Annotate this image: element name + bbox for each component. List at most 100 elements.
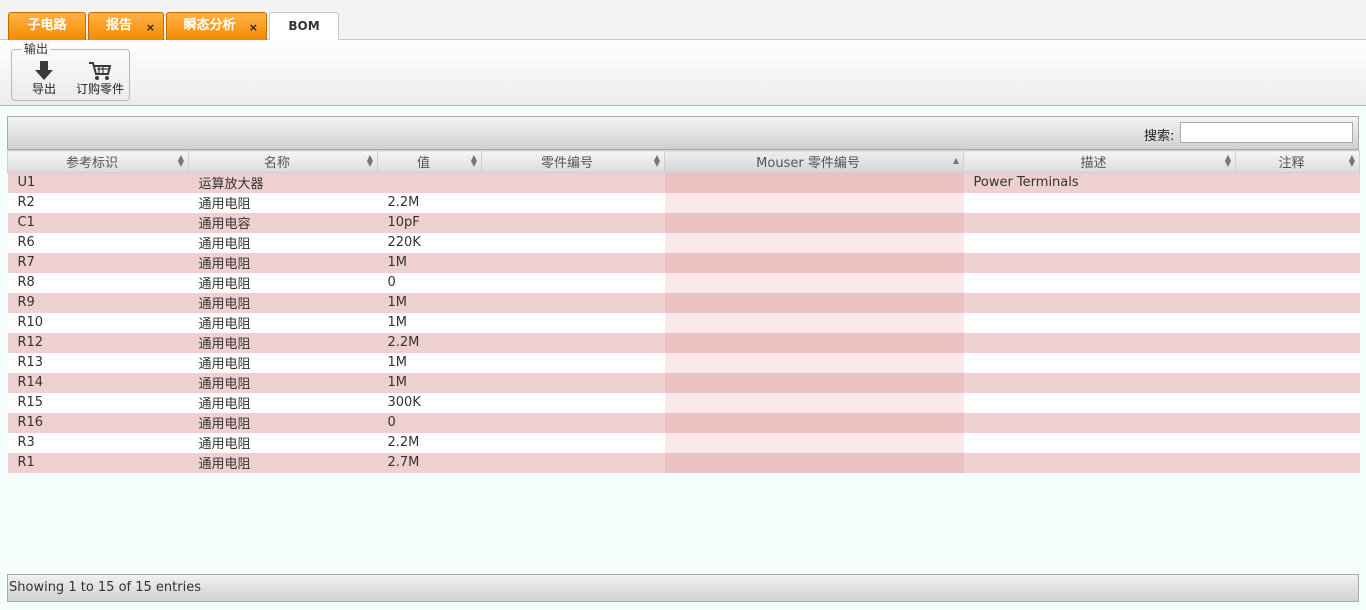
table-row[interactable]: R12 通用电阻 2.2M [7, 332, 1360, 353]
table-cell [1235, 252, 1360, 273]
tab-report[interactable]: 报告 × [88, 12, 164, 40]
group-title: 输出 [22, 42, 51, 56]
order-parts-label: 订购零件 [75, 82, 124, 96]
table-cell [664, 272, 964, 293]
output-group: 输出 导出 订购零件 [11, 42, 130, 101]
table-cell [664, 352, 964, 373]
search-input[interactable] [1180, 122, 1353, 143]
column-header-description[interactable]: 描述 ▲ ▼ [963, 150, 1236, 173]
table-cell [1235, 412, 1360, 433]
table-cell [481, 412, 665, 433]
table-cell [664, 232, 964, 253]
column-header-part-number[interactable]: 零件编号 ▲ ▼ [481, 150, 665, 173]
table-row[interactable]: R8 通用电阻 0 [7, 272, 1360, 293]
column-header-value[interactable]: 值 ▲ ▼ [377, 150, 482, 173]
table-cell: R7 [7, 252, 189, 273]
table-cell [1235, 292, 1360, 313]
table-row[interactable]: R2 通用电阻 2.2M [7, 192, 1360, 213]
table-cell [1235, 192, 1360, 213]
table-cell: R2 [7, 192, 189, 213]
table-cell: 通用电阻 [188, 432, 378, 453]
table-cell [664, 372, 964, 393]
table-row[interactable]: R16 通用电阻 0 [7, 412, 1360, 433]
table-cell: 通用电阻 [188, 232, 378, 253]
table-cell [664, 192, 964, 213]
table-row[interactable]: R15 通用电阻 300K [7, 392, 1360, 413]
tab-transient-analysis[interactable]: 瞬态分析 × [166, 12, 267, 40]
table-cell [481, 452, 665, 473]
table-cell: Power Terminals [963, 172, 1236, 193]
tab-bom[interactable]: BOM [269, 12, 339, 41]
search-label: 搜索: [1144, 129, 1175, 144]
table-cell: R13 [7, 352, 189, 373]
table-cell: 0 [377, 412, 482, 433]
tab-label: 报告 [105, 18, 132, 33]
order-parts-button[interactable]: 订购零件 [72, 60, 128, 96]
table-cell [1235, 312, 1360, 333]
table-cell: R14 [7, 372, 189, 393]
column-header-notes[interactable]: 注释 ▲ ▼ [1235, 150, 1360, 173]
table-row[interactable]: R14 通用电阻 1M [7, 372, 1360, 393]
table-cell: R6 [7, 232, 189, 253]
table-row[interactable]: U1 运算放大器 Power Terminals [7, 172, 1360, 193]
column-header-ref[interactable]: 参考标识 ▲ ▼ [7, 150, 189, 173]
table-cell: 通用电阻 [188, 272, 378, 293]
column-header-name[interactable]: 名称 ▲ ▼ [188, 150, 378, 173]
table-cell: 通用电阻 [188, 292, 378, 313]
table-cell [1235, 272, 1360, 293]
table-cell [1235, 232, 1360, 253]
table-cell [664, 332, 964, 353]
table-cell [1235, 392, 1360, 413]
table-cell [664, 312, 964, 333]
tab-label: BOM [288, 19, 320, 33]
table-toolbar: 搜索: [7, 116, 1359, 150]
table-cell: 通用电阻 [188, 372, 378, 393]
table-cell: 220K [377, 232, 482, 253]
table-cell: R8 [7, 272, 189, 293]
table-cell [664, 292, 964, 313]
column-header-mouser-part-number[interactable]: Mouser 零件编号 ▲ [664, 150, 964, 173]
table-cell: 1M [377, 312, 482, 333]
tab-subcircuit[interactable]: 子电路 [8, 12, 86, 40]
table-row[interactable]: R10 通用电阻 1M [7, 312, 1360, 333]
table-cell: R9 [7, 292, 189, 313]
table-cell [963, 212, 1236, 233]
table-cell: 2.2M [377, 332, 482, 353]
table-row[interactable]: R7 通用电阻 1M [7, 252, 1360, 273]
table-cell [1235, 212, 1360, 233]
tab-label: 子电路 [27, 18, 67, 33]
table-row[interactable]: C1 通用电容 10pF [7, 212, 1360, 233]
table-cell [963, 292, 1236, 313]
column-header-label: 描述 [1080, 156, 1107, 171]
tab-label: 瞬态分析 [183, 18, 236, 33]
table-cell [481, 272, 665, 293]
export-button[interactable]: 导出 [28, 60, 60, 96]
table-cell [481, 212, 665, 233]
table-body: U1 运算放大器 Power Terminals R2 通用电阻 2.2M C1 通用电容 10… [7, 172, 1360, 473]
column-header-label: 注释 [1278, 156, 1305, 171]
table-cell [481, 312, 665, 333]
table-row[interactable]: R9 通用电阻 1M [7, 292, 1360, 313]
sort-icon: ▲ ▼ [653, 153, 660, 168]
table-row[interactable]: R1 通用电阻 2.7M [7, 452, 1360, 473]
entries-info: Showing 1 to 15 of 15 entries [9, 580, 201, 595]
table-row[interactable]: R13 通用电阻 1M [7, 352, 1360, 373]
sort-icon: ▲ ▼ [177, 153, 184, 168]
table-cell [481, 392, 665, 413]
table-cell: R1 [7, 452, 189, 473]
table-row[interactable]: R6 通用电阻 220K [7, 232, 1360, 253]
export-label: 导出 [31, 82, 56, 96]
close-icon[interactable]: × [249, 22, 258, 33]
table-footer: Showing 1 to 15 of 15 entries [7, 574, 1359, 602]
table-cell [481, 192, 665, 213]
table-row[interactable]: R3 通用电阻 2.2M [7, 432, 1360, 453]
bom-panel: 搜索: 参考标识 ▲ ▼ 名称 ▲ ▼ 值 ▲ ▼ 零件编号 ▲ ▼ Mouser 零件编号 ▲ … [0, 106, 1366, 610]
close-icon[interactable]: × [146, 22, 155, 33]
table-cell [1235, 452, 1360, 473]
column-header-label: Mouser 零件编号 [756, 156, 860, 171]
table-cell [963, 352, 1236, 373]
table-cell: 300K [377, 392, 482, 413]
table-cell: R3 [7, 432, 189, 453]
table-cell [963, 312, 1236, 333]
download-arrow-icon [35, 61, 53, 80]
